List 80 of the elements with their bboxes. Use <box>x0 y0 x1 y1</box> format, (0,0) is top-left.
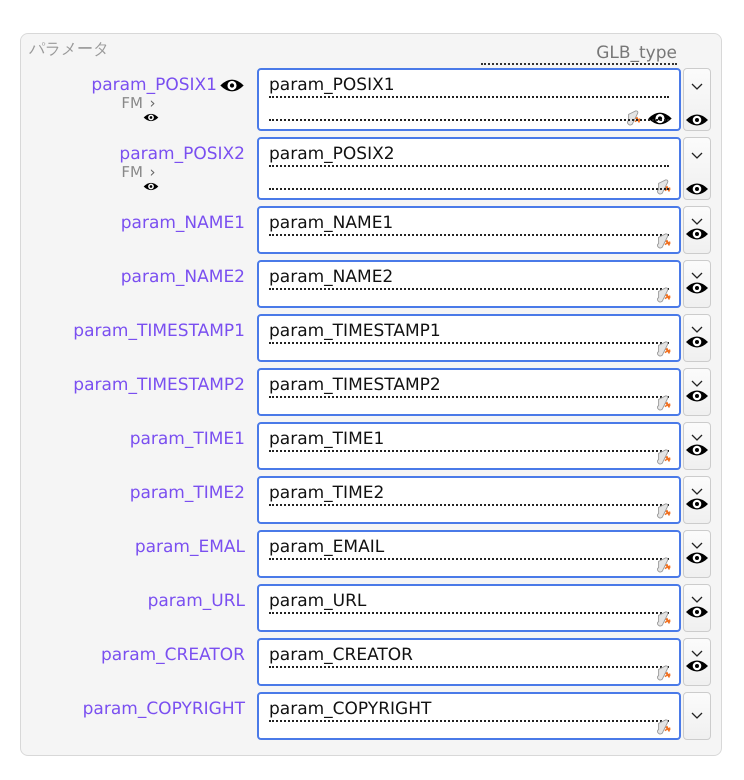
parameter-label: param_URL <box>148 590 245 612</box>
script-icon[interactable] <box>655 610 673 628</box>
eye-icon[interactable] <box>685 280 709 296</box>
parameter-field[interactable]: param_POSIX2 <box>257 137 681 200</box>
eye-icon[interactable] <box>685 334 709 350</box>
eye-icon[interactable] <box>647 110 673 126</box>
parameter-label: param_NAME2 <box>120 266 245 288</box>
parameter-label: param_EMAL <box>134 536 245 558</box>
eye-icon[interactable] <box>685 388 709 404</box>
expand-arrow[interactable]: › <box>150 163 156 181</box>
eye-icon[interactable] <box>685 112 709 128</box>
eye-icon[interactable] <box>143 112 159 123</box>
chevron-icon <box>691 326 703 334</box>
parameter-label: param_COPYRIGHT <box>82 698 245 720</box>
parameter-field[interactable]: param_COPYRIGHT <box>257 692 681 740</box>
parameter-label: param_TIME2 <box>130 482 245 504</box>
dropdown-button[interactable] <box>683 422 711 470</box>
chevron-icon <box>691 488 703 496</box>
chevron-icon <box>691 152 703 160</box>
chevron-icon <box>691 596 703 604</box>
parameter-label: param_TIMESTAMP1 <box>73 320 245 342</box>
dropdown-button[interactable] <box>683 68 711 131</box>
eye-icon[interactable] <box>685 226 709 242</box>
eye-icon[interactable] <box>685 550 709 566</box>
parameter-field[interactable]: param_NAME1 <box>257 206 681 254</box>
parameter-label: param_NAME1 <box>120 212 245 234</box>
dropdown-button[interactable] <box>683 260 711 308</box>
eye-icon[interactable] <box>143 181 159 192</box>
script-icon[interactable] <box>655 232 673 250</box>
dropdown-button[interactable] <box>683 584 711 632</box>
dropdown-button[interactable] <box>683 314 711 362</box>
script-icon[interactable] <box>655 178 673 196</box>
dropdown-button[interactable] <box>683 476 711 524</box>
script-icon[interactable] <box>655 394 673 412</box>
parameter-field[interactable]: param_URL <box>257 584 681 632</box>
script-icon[interactable] <box>655 718 673 736</box>
eye-icon[interactable] <box>685 181 709 197</box>
dropdown-button[interactable] <box>683 137 711 200</box>
parameter-label: param_CREATOR <box>101 644 245 666</box>
expand-arrow[interactable]: › <box>150 94 156 112</box>
parameter-label: param_TIMESTAMP2 <box>73 374 245 396</box>
parameter-field[interactable]: param_CREATOR <box>257 638 681 686</box>
eye-icon[interactable] <box>219 76 245 94</box>
script-icon[interactable] <box>655 448 673 466</box>
chevron-icon <box>691 83 703 91</box>
parameter-field[interactable]: param_POSIX1 <box>257 68 681 131</box>
parameter-label: param_POSIX1 <box>91 74 217 96</box>
chevron-icon <box>691 650 703 658</box>
parameter-field[interactable]: param_TIMESTAMP1 <box>257 314 681 362</box>
script-icon[interactable] <box>625 109 643 127</box>
eye-icon[interactable] <box>685 658 709 674</box>
parameter-label: param_TIME1 <box>130 428 245 450</box>
column-header: GLB_type <box>481 43 677 65</box>
format-label: FM <box>121 94 143 112</box>
chevron-icon <box>691 380 703 388</box>
script-icon[interactable] <box>655 664 673 682</box>
parameter-field[interactable]: param_TIMESTAMP2 <box>257 368 681 416</box>
dropdown-button[interactable] <box>683 530 711 578</box>
script-icon[interactable] <box>655 502 673 520</box>
chevron-icon <box>691 712 703 720</box>
eye-icon[interactable] <box>685 496 709 512</box>
chevron-icon <box>691 542 703 550</box>
parameter-field[interactable]: param_TIME1 <box>257 422 681 470</box>
format-label: FM <box>121 163 143 181</box>
script-icon[interactable] <box>655 556 673 574</box>
chevron-icon <box>691 272 703 280</box>
panel-legend: パラメータ <box>29 39 109 60</box>
script-icon[interactable] <box>655 286 673 304</box>
dropdown-button[interactable] <box>683 638 711 686</box>
dropdown-button[interactable] <box>683 368 711 416</box>
parameter-field[interactable]: param_NAME2 <box>257 260 681 308</box>
parameter-field[interactable]: param_TIME2 <box>257 476 681 524</box>
eye-icon[interactable] <box>685 604 709 620</box>
script-icon[interactable] <box>655 340 673 358</box>
parameter-field[interactable]: param_EMAIL <box>257 530 681 578</box>
chevron-icon <box>691 218 703 226</box>
chevron-icon <box>691 434 703 442</box>
parameter-label: param_POSIX2 <box>119 143 245 165</box>
dropdown-button[interactable] <box>683 206 711 254</box>
eye-icon[interactable] <box>685 442 709 458</box>
